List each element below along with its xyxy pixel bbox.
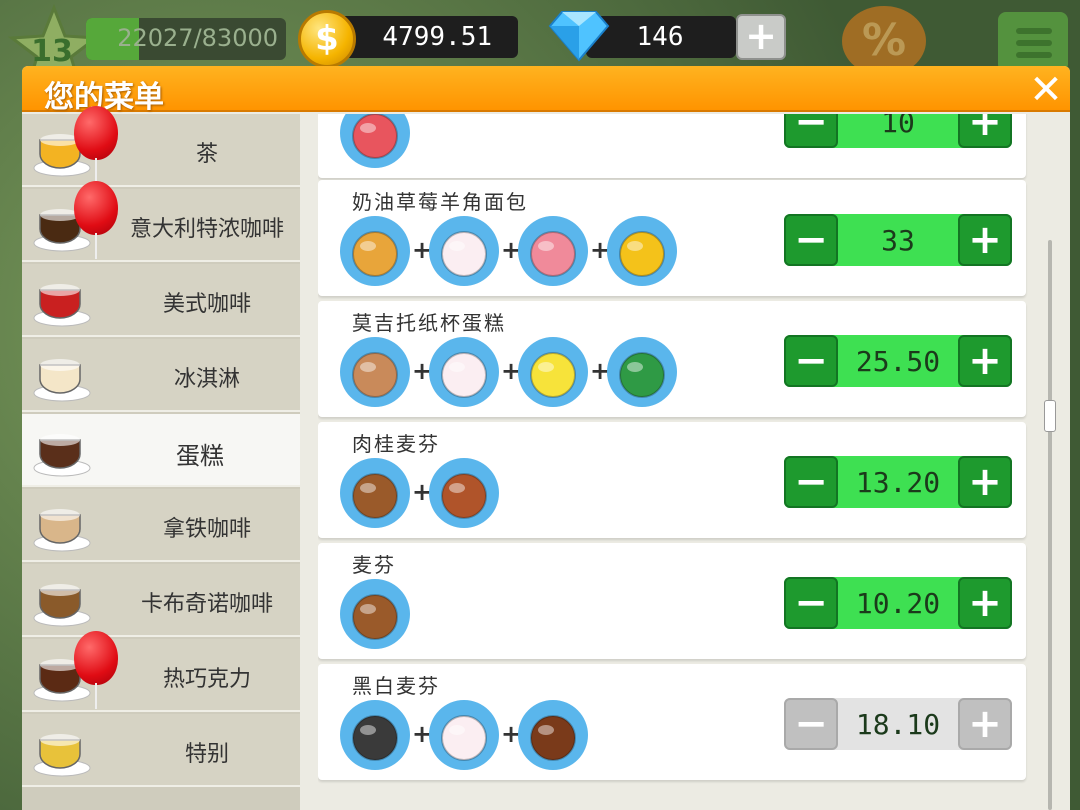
croissant-icon (340, 216, 410, 286)
recipe-card: 树莓蛋糕−10+ (318, 114, 1026, 178)
recipe-price-value: 33 (881, 224, 915, 257)
top-hud: 13 22027/83000 $ 4799.51 146 + % (0, 0, 1080, 90)
recipe-list[interactable]: 树莓蛋糕−10+奶油草莓羊角面包+++−33+莫吉托纸杯蛋糕+++−25.50+… (318, 114, 1070, 810)
recipe-price-value: 25.50 (855, 345, 941, 378)
coin-icon: $ (298, 10, 356, 68)
lemon-icon (518, 337, 588, 407)
recipe-price-value: 10 (881, 114, 915, 139)
recipe-card: 黑白麦芬 + + −18.10 + (318, 664, 1026, 780)
menu-line (1016, 52, 1052, 58)
coin-amount: 4799.51 (382, 22, 492, 52)
decrease-button[interactable]: − (784, 114, 838, 148)
sidebar-item[interactable]: 拿铁咖啡 (22, 489, 300, 562)
xp-text: 22027/83000 (117, 24, 278, 52)
menu-line (1016, 40, 1052, 46)
special-icon (30, 720, 94, 780)
sidebar-item-label: 冰淇淋 (173, 367, 240, 392)
ice-cream-icon (30, 345, 94, 405)
category-sidebar: 茶意大利特浓咖啡 美式咖啡冰淇淋蛋糕拿铁咖啡卡布奇诺咖啡 热巧克力特别 (22, 106, 300, 810)
mint-icon (607, 337, 677, 407)
recipe-price-value: 13.20 (855, 466, 941, 499)
whipped-cream-icon (429, 700, 499, 770)
muffin-icon (340, 579, 410, 649)
recipe-name: 肉桂麦芬 (352, 432, 440, 456)
sidebar-item[interactable]: 意大利特浓咖啡 (22, 181, 300, 262)
scrollbar-track[interactable] (1048, 240, 1052, 810)
sidebar-item-label: 意大利特浓咖啡 (129, 217, 284, 242)
recipe-name: 麦芬 (352, 553, 396, 577)
sidebar-item-label: 美式咖啡 (162, 292, 251, 317)
balloon-string (95, 233, 97, 259)
increase-button[interactable]: + (958, 114, 1012, 148)
increase-button[interactable]: + (958, 456, 1012, 508)
main-menu-button[interactable] (998, 12, 1068, 72)
sidebar-item[interactable]: 冰淇淋 (22, 339, 300, 412)
increase-button[interactable]: + (958, 214, 1012, 266)
recipe-card: 莫吉托纸杯蛋糕 + + + −25.50 + (318, 301, 1026, 417)
chocolate-bar-icon (518, 700, 588, 770)
sidebar-item[interactable]: 卡布奇诺咖啡 (22, 564, 300, 637)
raspberry-cake-icon (340, 114, 410, 168)
oil-drop-icon (607, 216, 677, 286)
quantity-stepper: − 10 + (784, 114, 1012, 148)
close-button[interactable]: ✕ (1026, 70, 1066, 110)
cake-slice-icon (30, 420, 94, 480)
americano-cup-icon (30, 270, 94, 330)
cinnamon-icon (429, 458, 499, 528)
muffin-icon (340, 458, 410, 528)
dark-muffin-icon (340, 700, 410, 770)
sidebar-item-label: 特别 (184, 742, 229, 767)
recipe-price-value: 18.10 (855, 708, 941, 741)
decrease-button[interactable]: − (784, 214, 838, 266)
xp-bar: 22027/83000 (86, 18, 286, 60)
red-balloon-icon[interactable] (74, 181, 118, 235)
sidebar-item-label: 卡布奇诺咖啡 (140, 592, 273, 617)
balloon-string (95, 683, 97, 709)
quantity-stepper: − 33 + (784, 214, 1012, 266)
cappuccino-glass-icon (30, 570, 94, 630)
sidebar-item[interactable]: 特别 (22, 714, 300, 787)
decrease-button[interactable]: − (784, 577, 838, 629)
sidebar-item-label: 拿铁咖啡 (162, 517, 251, 542)
recipe-card: 麦芬 −10.20 + (318, 543, 1026, 659)
menu-panel: 您的菜单 ✕ 茶意大利特浓咖啡 美式咖啡冰淇淋蛋糕拿铁咖啡卡布奇诺咖啡 热巧克力特别… (22, 66, 1070, 810)
recipe-card: 奶油草莓羊角面包 + + + −33 + (318, 180, 1026, 296)
level-number: 13 (31, 34, 73, 69)
sidebar-item[interactable]: 美式咖啡 (22, 264, 300, 337)
latte-glass-icon (30, 495, 94, 555)
increase-button[interactable]: + (958, 577, 1012, 629)
sidebar-item-label: 茶 (195, 142, 218, 167)
sidebar-item[interactable]: 蛋糕 (22, 414, 300, 487)
recipe-name: 奶油草莓羊角面包 (352, 190, 528, 214)
strawberry-ice-cream-icon (518, 216, 588, 286)
increase-button[interactable]: + (958, 335, 1012, 387)
sidebar-item-label: 热巧克力 (162, 667, 251, 692)
sidebar-item[interactable]: 热巧克力 (22, 631, 300, 712)
whipped-cream-icon (429, 337, 499, 407)
decrease-button[interactable]: − (784, 698, 838, 750)
increase-button[interactable]: + (958, 698, 1012, 750)
red-balloon-icon[interactable] (74, 106, 118, 160)
decrease-button[interactable]: − (784, 456, 838, 508)
decrease-button[interactable]: − (784, 335, 838, 387)
quantity-stepper: −25.50 + (784, 335, 1012, 387)
recipe-price-value: 10.20 (855, 587, 941, 620)
menu-line (1016, 28, 1052, 34)
buy-gems-button[interactable]: + (736, 14, 786, 60)
quantity-stepper: −13.20 + (784, 456, 1012, 508)
recipe-name: 黑白麦芬 (352, 674, 440, 698)
recipe-card: 肉桂麦芬 + −13.20 + (318, 422, 1026, 538)
red-balloon-icon[interactable] (74, 631, 118, 685)
whipped-cream-icon (429, 216, 499, 286)
coin-symbol: $ (315, 19, 339, 59)
scrollbar-thumb[interactable] (1044, 400, 1056, 432)
recipe-name: 莫吉托纸杯蛋糕 (352, 311, 506, 335)
cupcake-icon (340, 337, 410, 407)
sidebar-item-label: 蛋糕 (176, 442, 224, 470)
quantity-stepper: −10.20 + (784, 577, 1012, 629)
panel-header: 您的菜单 ✕ (22, 66, 1070, 115)
gem-amount: 146 (636, 22, 684, 52)
quantity-stepper: −18.10 + (784, 698, 1012, 750)
sidebar-item[interactable]: 茶 (22, 106, 300, 187)
